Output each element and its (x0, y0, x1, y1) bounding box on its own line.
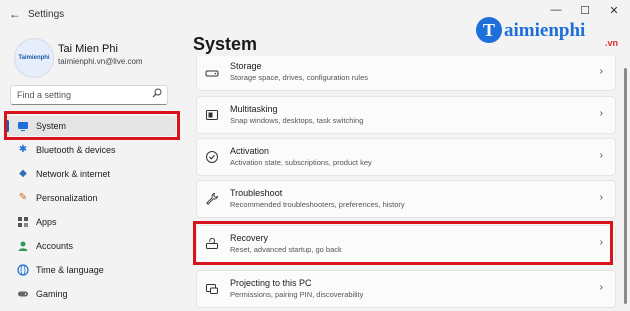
search-icon (152, 88, 162, 101)
sidebar-item-bluetooth[interactable]: ✱ Bluetooth & devices (0, 139, 180, 161)
sidebar-item-label: Gaming (36, 289, 68, 299)
highlight-box-system (4, 111, 180, 140)
card-subtitle: Permissions, pairing PIN, discoverabilit… (230, 290, 364, 299)
card-title: Activation (230, 146, 270, 156)
scrollbar[interactable] (624, 68, 627, 304)
sidebar-item-apps[interactable]: Apps (0, 211, 180, 233)
search-input[interactable]: Find a setting (10, 85, 168, 105)
bluetooth-icon: ✱ (18, 144, 28, 155)
storage-icon (205, 66, 219, 80)
card-subtitle: Activation state, subscriptions, product… (230, 158, 372, 167)
sidebar-item-label: Personalization (36, 193, 98, 203)
globe-icon (17, 264, 29, 276)
chevron-right-icon: › (599, 282, 603, 293)
sidebar-item-gaming[interactable]: Gaming (0, 283, 180, 305)
settings-card-projecting[interactable]: Projecting to this PC Permissions, pairi… (196, 270, 616, 308)
sidebar-item-label: Accounts (36, 241, 74, 251)
profile-name: Tai Mien Phi (58, 43, 118, 55)
card-subtitle: Recommended troubleshooters, preferences… (230, 200, 405, 209)
settings-card-troubleshoot[interactable]: Troubleshoot Recommended troubleshooters… (196, 180, 616, 218)
sidebar-item-personalization[interactable]: ✎ Personalization (0, 187, 180, 209)
card-subtitle: Storage space, drives, configuration rul… (230, 73, 368, 82)
card-title: Storage (230, 61, 262, 71)
profile-email: taimienphi.vn@live.com (58, 57, 143, 66)
multitasking-icon (205, 108, 219, 122)
activation-icon (205, 150, 219, 164)
sidebar-item-label: Network & internet (36, 169, 111, 179)
sidebar-item-label: Time & language (36, 265, 104, 275)
chevron-right-icon: › (599, 108, 603, 119)
page-title: System (193, 34, 258, 54)
watermark-logo-icon: T (476, 17, 502, 43)
app-title: Settings (28, 9, 65, 20)
apps-icon (17, 216, 29, 228)
chevron-right-icon: › (599, 66, 603, 77)
settings-card-activation[interactable]: Activation Activation state, subscriptio… (196, 138, 616, 176)
sidebar-item-accounts[interactable]: Accounts (0, 235, 180, 257)
sidebar-item-label: Bluetooth & devices (36, 145, 116, 155)
projecting-icon (205, 282, 219, 296)
sidebar-item-time-language[interactable]: Time & language (0, 259, 180, 281)
card-title: Projecting to this PC (230, 278, 312, 288)
settings-card-multitasking[interactable]: Multitasking Snap windows, desktops, tas… (196, 96, 616, 134)
chevron-right-icon: › (599, 150, 603, 161)
person-icon (17, 240, 29, 252)
search-placeholder: Find a setting (17, 90, 72, 100)
brush-icon: ✎ (18, 192, 28, 203)
card-subtitle: Snap windows, desktops, task switching (230, 116, 364, 125)
chevron-right-icon: › (599, 192, 603, 203)
watermark-logo-suffix: .vn (604, 38, 618, 48)
back-arrow-icon[interactable]: ← (9, 7, 21, 21)
sidebar-item-label: Apps (36, 217, 57, 227)
avatar-text: Taimienphi (18, 55, 50, 61)
avatar[interactable]: Taimienphi (14, 38, 54, 78)
settings-card-storage[interactable]: Storage Storage space, drives, configura… (196, 56, 616, 91)
wifi-icon: ◆ (19, 168, 27, 179)
watermark-logo: T aimienphi .vn (472, 12, 622, 54)
card-title: Troubleshoot (230, 188, 283, 198)
sidebar-item-network[interactable]: ◆ Network & internet (0, 163, 180, 185)
gamepad-icon (17, 288, 29, 300)
wrench-icon (205, 192, 219, 206)
highlight-box-recovery (193, 221, 613, 265)
card-title: Multitasking (230, 104, 278, 114)
watermark-logo-text: aimienphi (504, 20, 586, 41)
